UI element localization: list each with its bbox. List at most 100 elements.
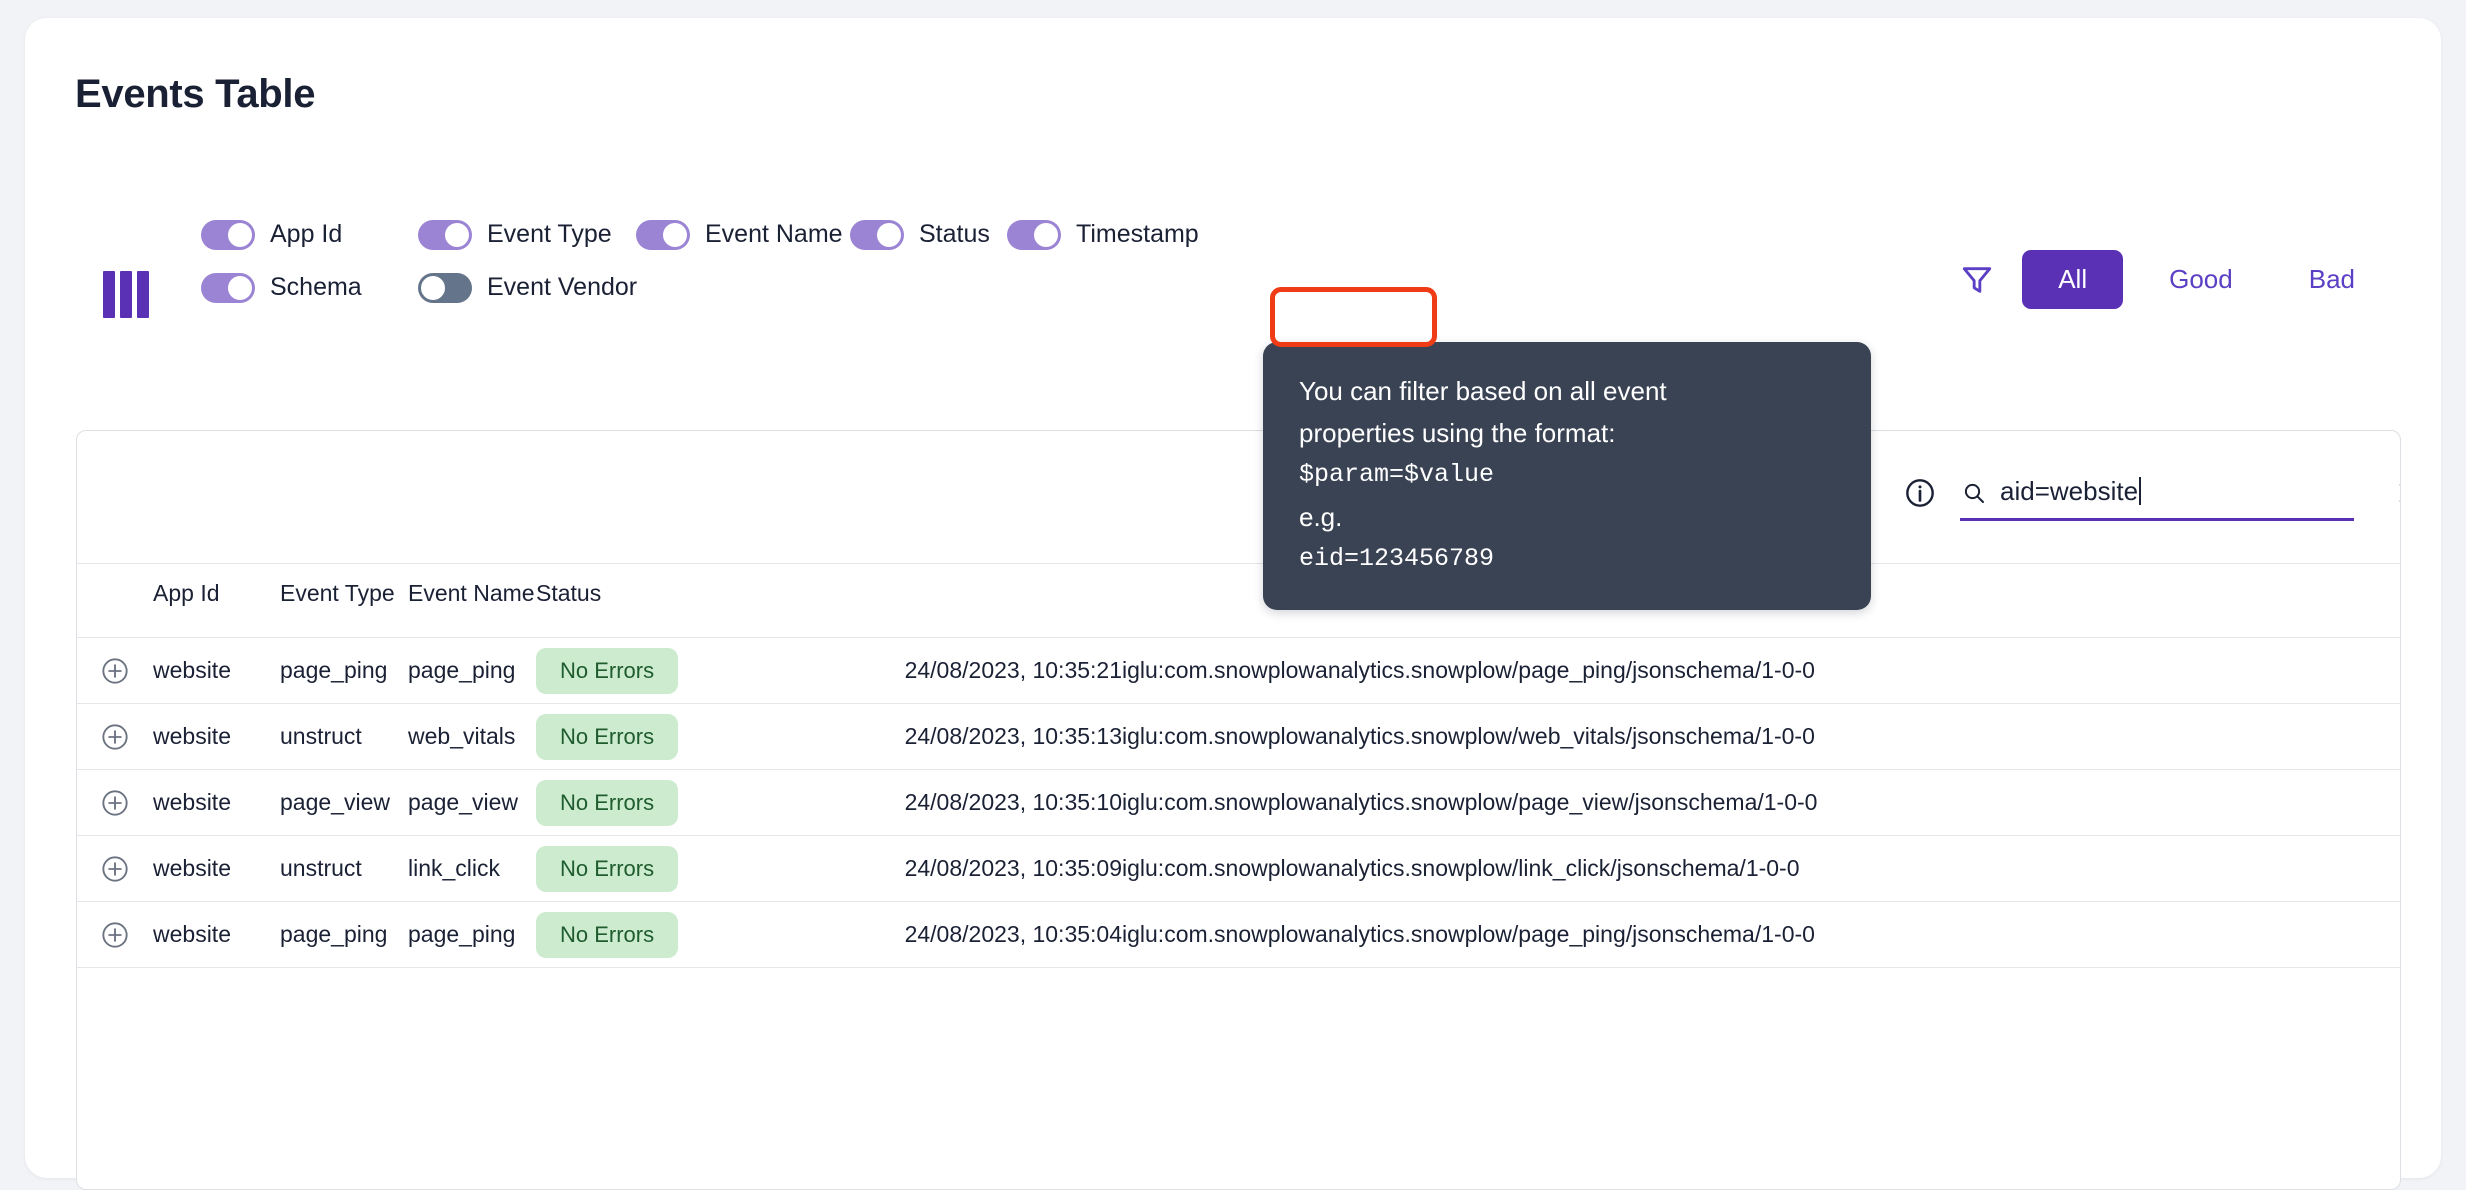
toggle-status[interactable]: Status	[850, 219, 1007, 250]
toggle-switch[interactable]	[1007, 219, 1061, 250]
row-expand-cell[interactable]	[77, 901, 153, 968]
search-input-value[interactable]: aid=website	[2000, 476, 2142, 507]
search-input-text: aid=website	[2000, 476, 2139, 506]
toggle-label: Event Type	[487, 220, 612, 248]
toggle-switch[interactable]	[201, 219, 255, 250]
columns-icon[interactable]	[103, 266, 149, 322]
toggle-app-id[interactable]: App Id	[201, 219, 418, 250]
events-table-card: Events Table App Id Event Type Event Nam…	[25, 18, 2441, 1190]
toggle-event-type[interactable]: Event Type	[418, 219, 636, 250]
columns-icon-bar	[120, 270, 132, 318]
funnel-icon[interactable]	[1960, 263, 1994, 297]
cell-event-name: page_ping	[408, 637, 536, 704]
toggle-grid: App Id Event Type Event Name Status Time…	[201, 208, 1199, 314]
cell-event-type: unstruct	[280, 703, 408, 770]
search-field-annotation	[1270, 287, 1437, 347]
tooltip-line: eid=123456789	[1299, 544, 1495, 573]
plus-circle-icon[interactable]	[101, 657, 129, 685]
toggle-label: Timestamp	[1076, 220, 1199, 248]
table-row[interactable]: website page_ping page_ping No Errors 24…	[77, 637, 2400, 704]
toggle-label: Event Vendor	[487, 273, 638, 301]
cell-schema: iglu:com.snowplowanalytics.snowplow/web_…	[1122, 703, 2400, 770]
status-badge: No Errors	[536, 911, 679, 958]
cell-timestamp: 24/08/2023, 10:35:09	[852, 835, 1122, 902]
toggle-switch[interactable]	[418, 219, 472, 250]
cell-timestamp: 24/08/2023, 10:35:04	[852, 901, 1122, 968]
plus-circle-icon[interactable]	[101, 855, 129, 883]
events-table: App Id Event Type Event Name Status webs…	[77, 564, 2400, 968]
table-row[interactable]: website unstruct web_vitals No Errors 24…	[77, 703, 2400, 770]
cell-app-id: website	[153, 835, 280, 902]
status-badge: No Errors	[536, 845, 679, 892]
cell-schema: iglu:com.snowplowanalytics.snowplow/page…	[1122, 637, 2400, 704]
column-header-event-type[interactable]: Event Type	[280, 564, 408, 638]
status-filter-group: All Good Bad	[1960, 250, 2385, 309]
toggle-label: Schema	[270, 273, 362, 301]
toggle-knob	[663, 222, 687, 247]
cell-status: No Errors	[536, 769, 852, 836]
row-expand-cell[interactable]	[77, 835, 153, 902]
column-header-status[interactable]: Status	[536, 564, 852, 638]
cell-event-name: page_ping	[408, 901, 536, 968]
cell-event-type: unstruct	[280, 835, 408, 902]
filter-good-button[interactable]: Good	[2139, 250, 2263, 309]
toggle-knob	[228, 222, 252, 247]
cell-schema: iglu:com.snowplowanalytics.snowplow/link…	[1122, 835, 2400, 902]
tooltip-line: properties using the format:	[1299, 418, 1616, 448]
toggle-switch[interactable]	[636, 219, 690, 250]
status-badge: No Errors	[536, 647, 679, 694]
cell-status: No Errors	[536, 901, 852, 968]
filter-bad-button[interactable]: Bad	[2279, 250, 2385, 309]
toggle-event-name[interactable]: Event Name	[636, 219, 850, 250]
column-header-event-name[interactable]: Event Name	[408, 564, 536, 638]
cell-timestamp: 24/08/2023, 10:35:13	[852, 703, 1122, 770]
cell-status: No Errors	[536, 637, 852, 704]
column-visibility-controls: App Id Event Type Event Name Status Time…	[75, 208, 1199, 322]
table-row[interactable]: website unstruct link_click No Errors 24…	[77, 835, 2400, 902]
cell-status: No Errors	[536, 835, 852, 902]
toggle-switch[interactable]	[418, 272, 472, 303]
toggle-knob	[445, 222, 469, 247]
toggle-switch[interactable]	[850, 219, 904, 250]
row-expand-cell[interactable]	[77, 769, 153, 836]
column-header-timestamp[interactable]	[852, 564, 1122, 638]
toggle-switch[interactable]	[201, 272, 255, 303]
cell-schema: iglu:com.snowplowanalytics.snowplow/page…	[1122, 901, 2400, 968]
column-header-app-id[interactable]: App Id	[153, 564, 280, 638]
cell-app-id: website	[153, 901, 280, 968]
plus-circle-icon[interactable]	[101, 921, 129, 949]
tooltip-line: e.g.	[1299, 502, 1343, 532]
search-field[interactable]: aid=website	[1960, 474, 2354, 521]
toggle-knob	[877, 222, 901, 247]
columns-icon-bar	[137, 270, 149, 318]
row-expand-cell[interactable]	[77, 703, 153, 770]
row-expand-cell[interactable]	[77, 637, 153, 704]
search-icon	[1962, 481, 1986, 505]
columns-icon-bar	[103, 270, 115, 318]
filter-all-button[interactable]: All	[2022, 250, 2124, 309]
info-circle-icon[interactable]	[1904, 477, 1936, 509]
plus-circle-icon[interactable]	[101, 723, 129, 751]
cell-app-id: website	[153, 769, 280, 836]
table-row[interactable]: website page_view page_view No Errors 24…	[77, 769, 2400, 836]
tooltip-line: $param=$value	[1299, 460, 1495, 489]
toggle-label: Event Name	[705, 220, 843, 248]
toggle-schema[interactable]: Schema	[201, 272, 418, 303]
table-row[interactable]: website page_ping page_ping No Errors 24…	[77, 901, 2400, 968]
status-badge: No Errors	[536, 713, 679, 760]
toggle-timestamp[interactable]: Timestamp	[1007, 219, 1199, 250]
toggle-knob	[1034, 222, 1058, 247]
status-badge: No Errors	[536, 779, 679, 826]
toggle-event-vendor[interactable]: Event Vendor	[418, 272, 638, 303]
plus-circle-icon[interactable]	[101, 789, 129, 817]
close-icon[interactable]	[2394, 478, 2400, 508]
toggle-knob	[421, 275, 445, 300]
table-header-row: App Id Event Type Event Name Status	[77, 564, 2400, 638]
cell-event-type: page_ping	[280, 637, 408, 704]
tooltip-line: You can filter based on all event	[1299, 376, 1667, 406]
page-title: Events Table	[75, 72, 316, 116]
cell-event-type: page_ping	[280, 901, 408, 968]
cell-timestamp: 24/08/2023, 10:35:21	[852, 637, 1122, 704]
toggle-label: App Id	[270, 220, 343, 248]
toggle-knob	[228, 275, 252, 300]
